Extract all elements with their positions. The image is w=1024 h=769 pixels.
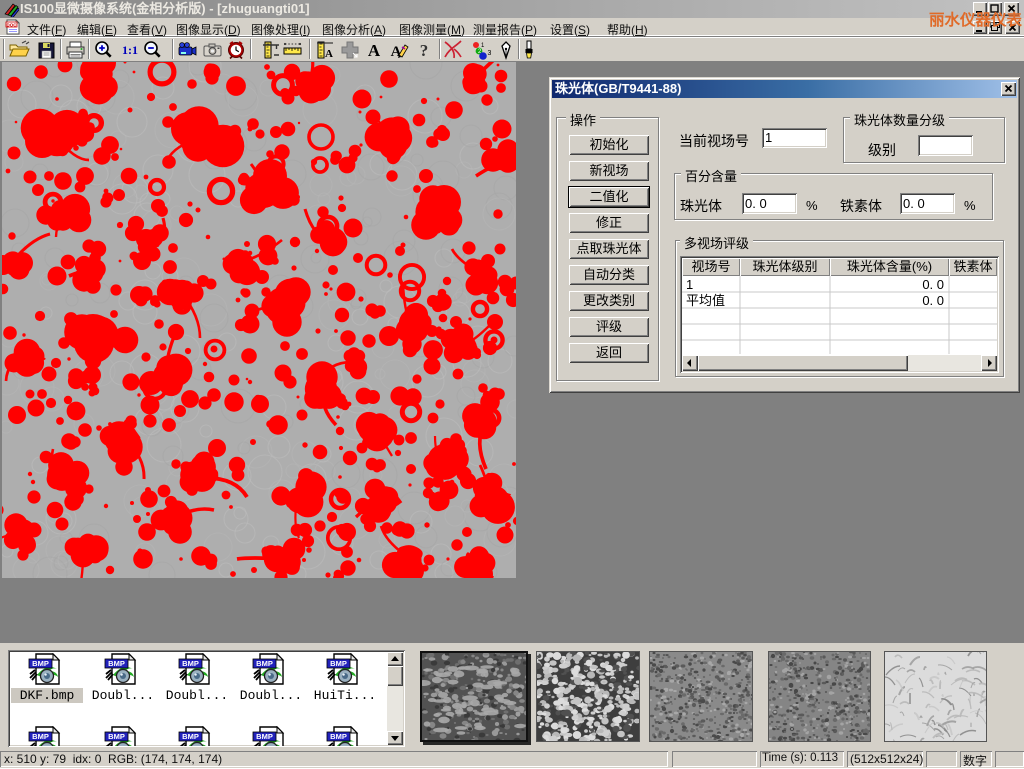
svg-text:BMP: BMP	[182, 732, 199, 741]
svg-text:A: A	[391, 44, 402, 60]
svg-text:BMP: BMP	[330, 732, 347, 741]
svg-text:1:1: 1:1	[122, 43, 138, 57]
svg-text:BMP: BMP	[182, 659, 199, 668]
svg-text:?: ?	[420, 41, 429, 60]
svg-text:A: A	[368, 41, 381, 60]
svg-text:1: 1	[686, 277, 693, 292]
svg-text:A: A	[325, 48, 333, 60]
svg-text:1: 1	[481, 43, 485, 49]
svg-text:BMP: BMP	[330, 659, 347, 668]
svg-text:3: 3	[488, 50, 492, 57]
svg-text:BMP: BMP	[32, 659, 49, 668]
svg-text:BMP: BMP	[108, 732, 125, 741]
svg-text:0. 0: 0. 0	[922, 277, 944, 292]
svg-text:BMP: BMP	[108, 659, 125, 668]
svg-text:DOC: DOC	[7, 22, 18, 27]
svg-text:平均值: 平均值	[686, 293, 725, 308]
svg-text:0. 0: 0. 0	[922, 293, 944, 308]
svg-text:BMP: BMP	[256, 732, 273, 741]
svg-text:BMP: BMP	[32, 732, 49, 741]
svg-text:BMP: BMP	[256, 659, 273, 668]
